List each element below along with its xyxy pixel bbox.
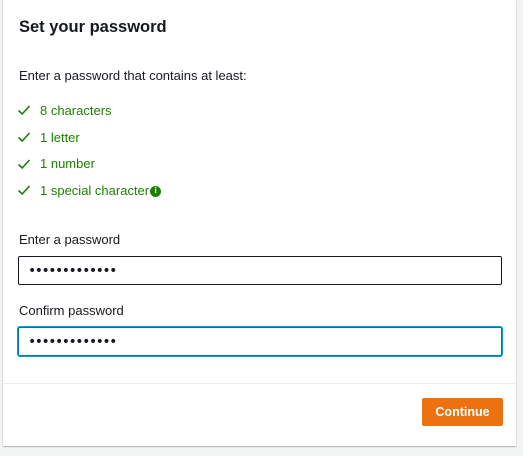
requirements-intro: Enter a password that contains at least: [19,68,247,83]
continue-button[interactable]: Continue [422,398,503,426]
requirement-label: 1 special character [40,182,150,198]
confirm-password-label: Confirm password [19,303,124,318]
check-icon [17,185,31,196]
requirement-item: 1 number [17,150,161,177]
info-icon[interactable]: i [150,185,162,197]
check-icon [17,132,31,143]
password-requirements: 8 characters 1 letter 1 number 1 special… [17,97,162,204]
requirement-label: 1 letter [40,129,80,145]
check-icon [17,159,31,169]
confirm-password-input[interactable] [18,327,502,356]
requirement-label: 1 number [40,156,95,172]
requirement-item: 8 characters [17,97,161,124]
password-label: Enter a password [19,232,121,247]
requirement-item: 1 special character i [17,177,162,204]
footer-divider [3,383,516,384]
check-icon [17,105,31,116]
password-input[interactable] [18,256,502,285]
requirement-label: 8 characters [40,102,112,118]
dialog-title: Set your password [19,18,167,36]
set-password-dialog: Set your password Enter a password that … [3,0,516,446]
requirement-item: 1 letter [17,124,161,151]
